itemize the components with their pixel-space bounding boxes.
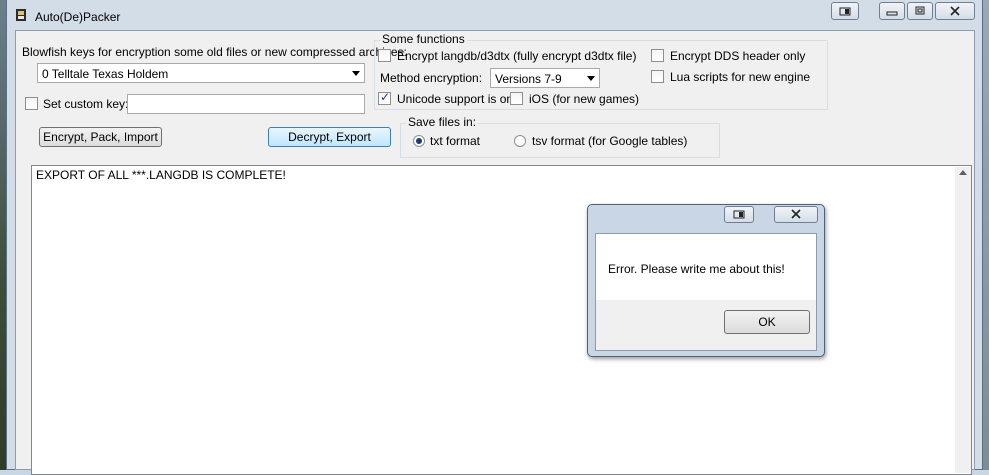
maximize-button[interactable] — [907, 2, 933, 20]
txt-format-radio[interactable] — [413, 135, 425, 147]
window-pin-icon — [839, 7, 851, 16]
log-scrollbar[interactable] — [955, 167, 971, 473]
app-icon — [16, 9, 26, 21]
minimize-icon — [886, 11, 898, 16]
close-icon — [950, 6, 960, 16]
blowfish-key-select[interactable]: 0 Telltale Texas Holdem — [37, 63, 365, 83]
custom-key-checkbox[interactable] — [25, 97, 38, 110]
client-area: Blowfish keys for encryption some old fi… — [15, 30, 975, 475]
method-encryption-value: Versions 7-9 — [495, 72, 562, 86]
restore-icon — [915, 6, 925, 15]
scroll-up-arrow-icon[interactable] — [959, 170, 967, 175]
custom-key-input[interactable] — [127, 94, 365, 114]
chevron-down-icon — [352, 71, 360, 76]
dialog-close-button[interactable] — [774, 206, 818, 223]
close-icon — [791, 209, 801, 219]
minimize-button[interactable] — [879, 2, 905, 20]
log-text: EXPORT OF ALL ***.LANGDB IS COMPLETE! — [36, 168, 286, 182]
method-encryption-label: Method encryption: — [380, 71, 483, 85]
unicode-checkbox[interactable] — [378, 90, 391, 105]
main-window: Auto(De)Packer Blowfish keys for encrypt… — [6, 0, 983, 475]
decrypt-export-button[interactable]: Decrypt, Export — [268, 127, 391, 147]
dialog-footer: OK — [596, 300, 816, 350]
lua-scripts-label: Lua scripts for new engine — [670, 70, 811, 84]
tsv-format-radio[interactable] — [514, 135, 526, 147]
encrypt-dds-checkbox[interactable] — [651, 49, 664, 62]
ios-checkbox[interactable] — [510, 92, 523, 105]
window-title: Auto(De)Packer — [35, 10, 121, 24]
pin-button[interactable] — [831, 2, 859, 20]
save-files-label: Save files in: — [406, 115, 479, 129]
some-functions-label: Some functions — [380, 32, 467, 46]
window-pin-icon — [733, 210, 745, 219]
ios-label: iOS (for new games) — [529, 92, 640, 106]
encrypt-langdb-checkbox[interactable] — [378, 49, 391, 62]
encrypt-langdb-label: Encrypt langdb/d3dtx (fully encrypt d3dt… — [397, 49, 637, 63]
dialog-message: Error. Please write me about this! — [608, 262, 785, 276]
close-button[interactable] — [935, 2, 975, 20]
encrypt-dds-label: Encrypt DDS header only — [670, 49, 806, 63]
lua-scripts-checkbox[interactable] — [651, 70, 664, 83]
dialog-body: Error. Please write me about this! OK — [595, 233, 817, 351]
method-encryption-select[interactable]: Versions 7-9 — [490, 68, 600, 88]
txt-format-label: txt format — [430, 134, 481, 148]
window-controls — [827, 2, 977, 22]
ok-button[interactable]: OK — [724, 310, 810, 334]
encrypt-pack-import-button[interactable]: Encrypt, Pack, Import — [39, 127, 162, 147]
chevron-down-icon — [587, 76, 595, 81]
dialog-pin-button[interactable] — [724, 206, 754, 223]
error-dialog: Error. Please write me about this! OK — [587, 204, 825, 357]
log-output[interactable]: EXPORT OF ALL ***.LANGDB IS COMPLETE! — [31, 165, 972, 475]
blowfish-key-value: 0 Telltale Texas Holdem — [42, 67, 169, 81]
custom-key-label: Set custom key: — [43, 97, 129, 111]
unicode-label: Unicode support is on. — [397, 92, 517, 106]
blowfish-keys-label: Blowfish keys for encryption some old fi… — [22, 45, 407, 59]
tsv-format-label: tsv format (for Google tables) — [532, 134, 688, 148]
title-bar[interactable]: Auto(De)Packer — [7, 0, 982, 30]
